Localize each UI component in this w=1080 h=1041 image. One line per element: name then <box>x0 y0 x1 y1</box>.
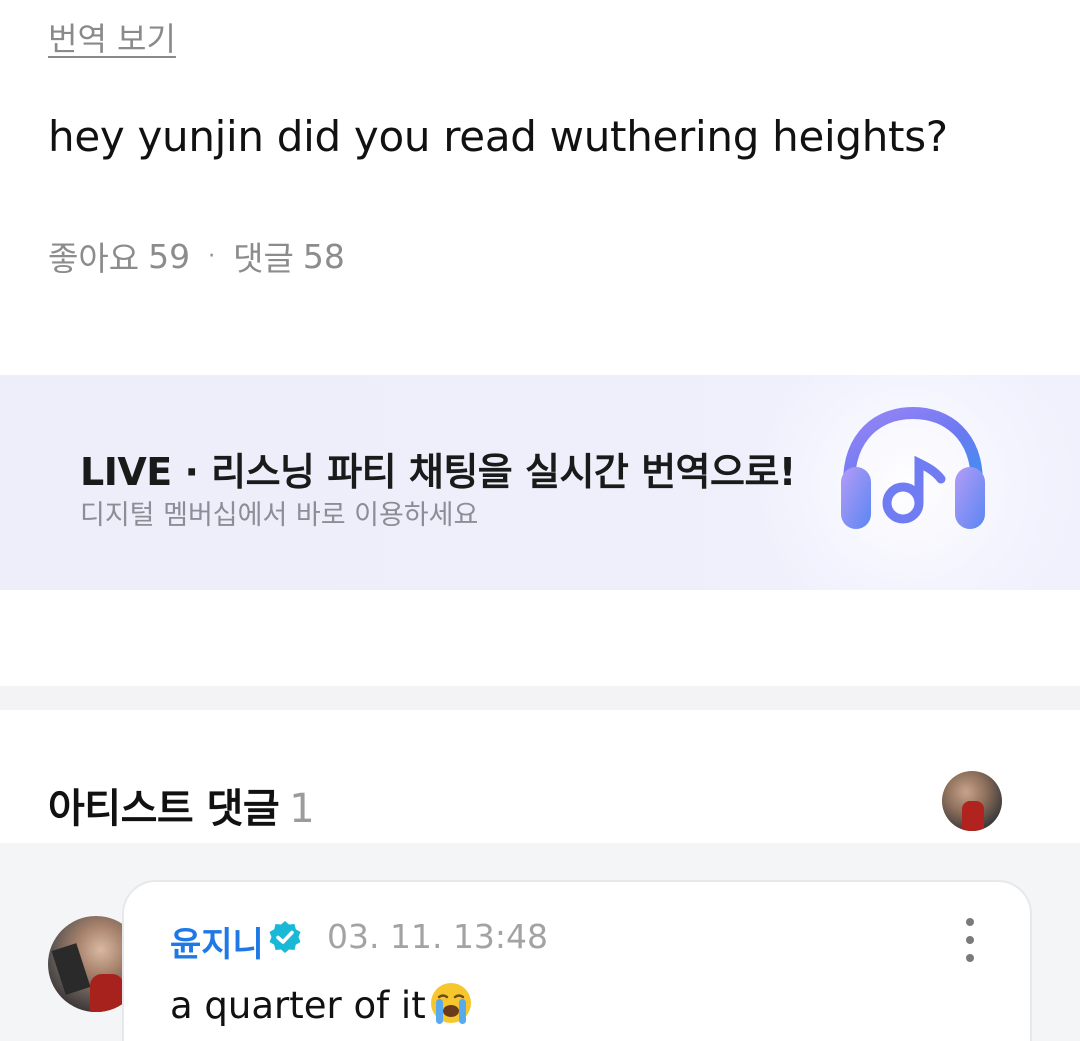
more-dot <box>966 918 974 926</box>
post-detail-screen: 번역 보기 hey yunjin did you read wuthering … <box>0 0 1080 1041</box>
more-dot <box>966 936 974 944</box>
translate-link[interactable]: 번역 보기 <box>48 14 176 60</box>
comment-timestamp: 03. 11. 13:48 <box>327 917 549 956</box>
comments-count[interactable]: 58 <box>303 237 345 276</box>
section-divider <box>0 686 1080 710</box>
comment-author-name[interactable]: 윤지니 <box>170 917 264 966</box>
headphones-music-icon <box>841 406 985 529</box>
artist-comments-title: 아티스트 댓글 <box>48 786 280 832</box>
artist-comments-heading: 아티스트 댓글 1 <box>48 776 315 834</box>
comment-text: a quarter of it <box>170 984 426 1027</box>
verified-badge-icon <box>269 921 301 953</box>
post-text: hey yunjin did you read wuthering height… <box>48 112 948 161</box>
artist-comments-count: 1 <box>289 786 315 832</box>
artist-avatar[interactable] <box>942 771 1002 831</box>
comment-text-row: a quarter of it <box>170 980 474 1027</box>
post-stats: 좋아요 59 · 댓글 58 <box>48 232 345 280</box>
likes-label[interactable]: 좋아요 <box>48 232 139 280</box>
more-options-button[interactable] <box>956 918 984 962</box>
stats-separator: · <box>208 243 216 269</box>
banner-subtitle: 디지털 멤버십에서 바로 이용하세요 <box>80 500 479 531</box>
banner-title: LIVE · 리스닝 파티 채팅을 실시간 번역으로! <box>80 450 796 494</box>
loudly-crying-face-icon <box>430 983 471 1024</box>
more-dot <box>966 954 974 962</box>
likes-count[interactable]: 59 <box>148 237 190 276</box>
comments-label[interactable]: 댓글 <box>233 232 294 280</box>
